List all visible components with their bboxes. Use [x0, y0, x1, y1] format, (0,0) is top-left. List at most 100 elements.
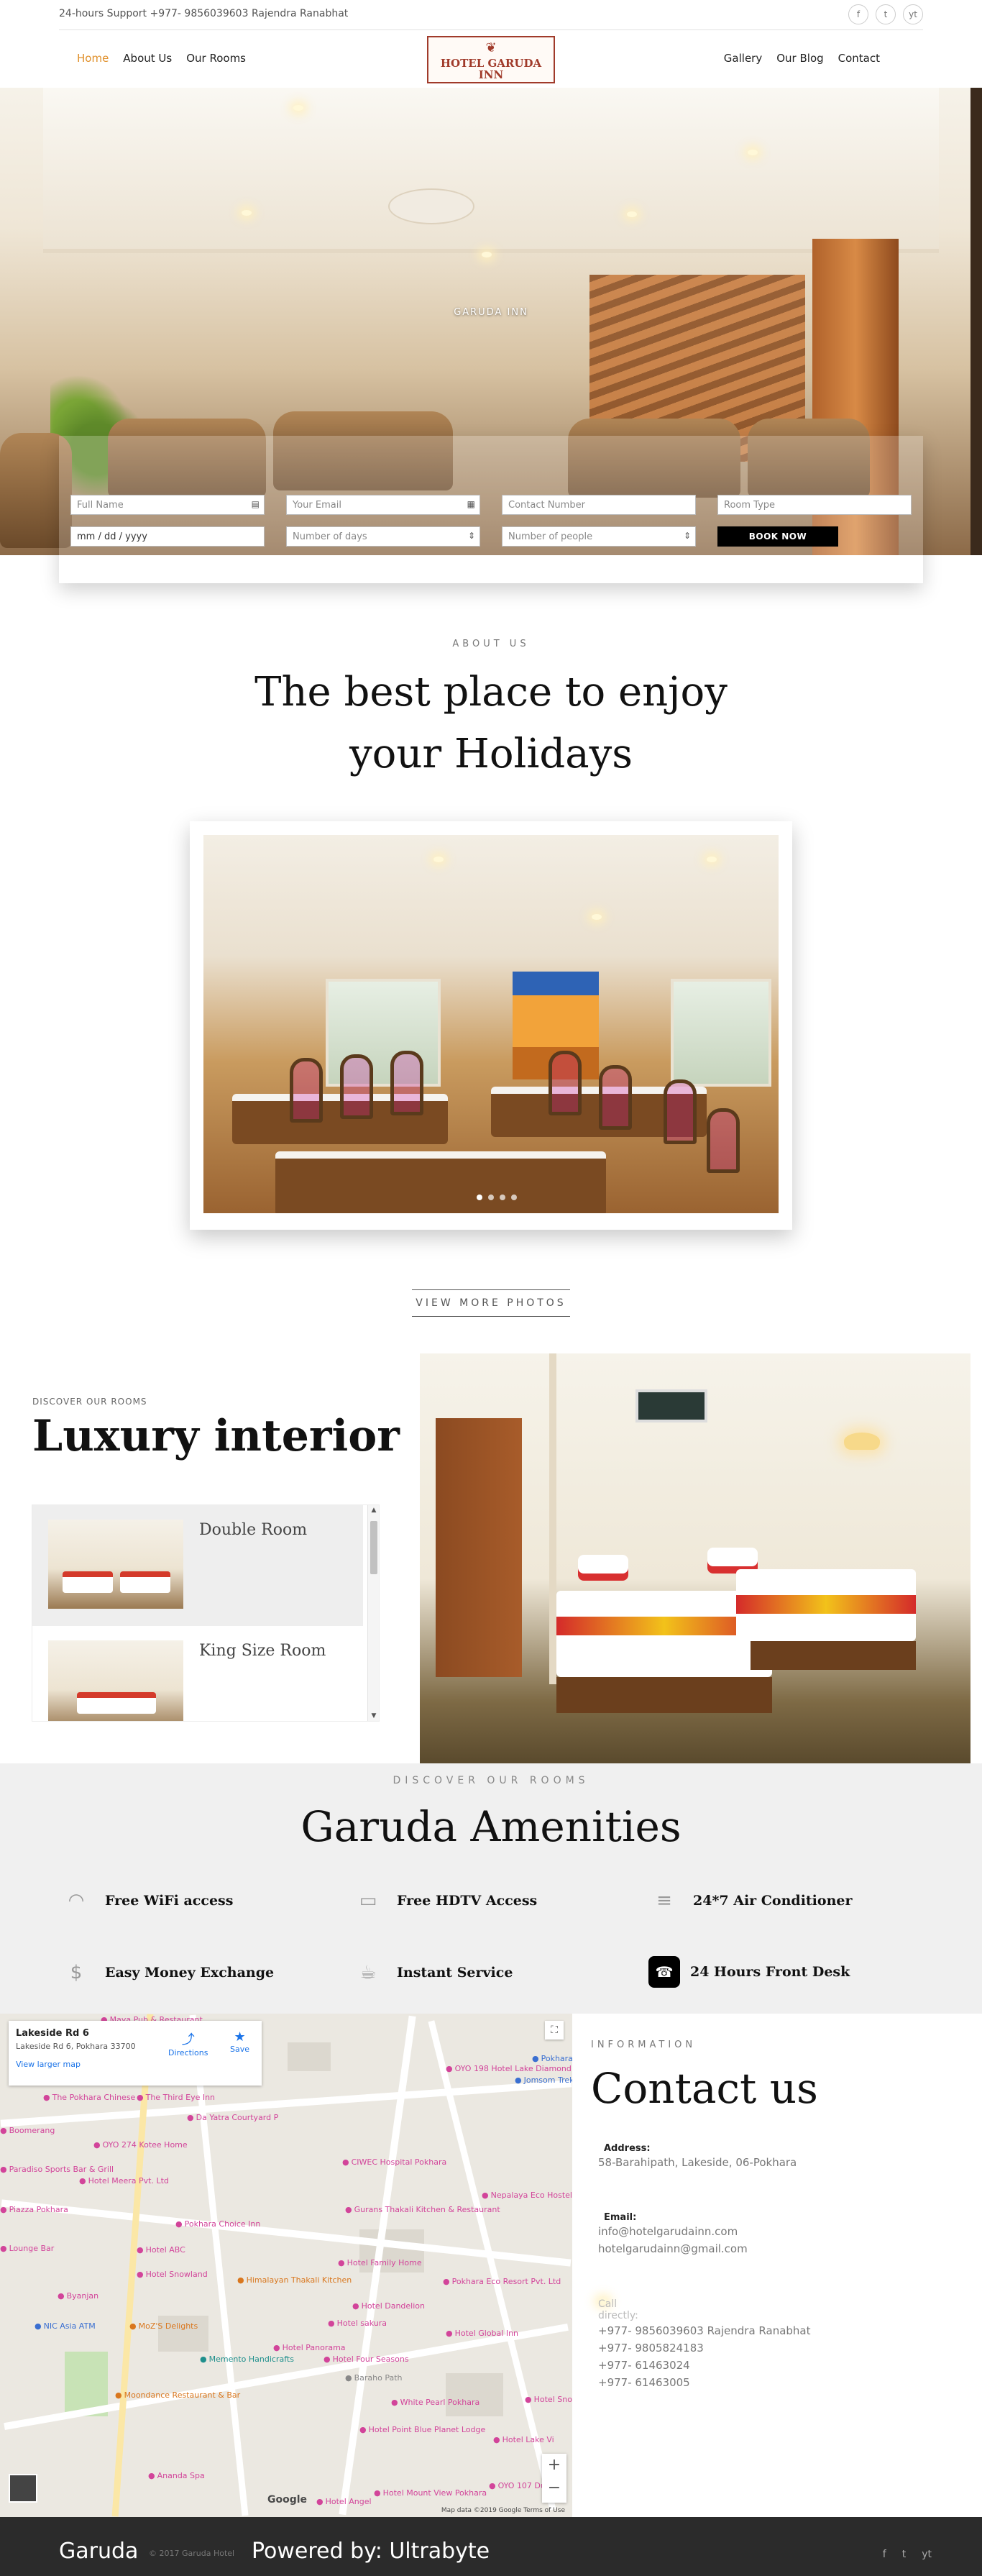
nav-home[interactable]: Home [77, 52, 109, 65]
map-label[interactable]: Moondance Restaurant & Bar [115, 2390, 241, 2400]
room-type-input[interactable]: Room Type [717, 495, 912, 515]
map-label[interactable]: Lounge Bar [0, 2244, 55, 2253]
map-label[interactable]: NIC Asia ATM [35, 2321, 96, 2331]
room-list-item[interactable]: King Size Room [32, 1626, 363, 1721]
room-list-scrollbar[interactable]: ▲ ▼ [367, 1505, 379, 1721]
view-more-photos-button[interactable]: VIEW MORE PHOTOS [412, 1289, 570, 1317]
zoom-out-icon[interactable]: − [542, 2477, 566, 2500]
contact-number-input[interactable]: Contact Number [502, 495, 696, 515]
map-label[interactable]: Hotel Meera Pvt. Ltd [79, 2176, 169, 2186]
nav-about-us[interactable]: About Us [123, 52, 172, 65]
scroll-up-icon[interactable]: ▲ [368, 1507, 379, 1514]
facebook-icon[interactable]: f [883, 2549, 886, 2560]
save-button[interactable]: ★ Save [230, 2029, 249, 2054]
google-map[interactable]: Maya Pub & Restaurant The Pokhara Chines… [0, 2014, 572, 2517]
twitter-icon[interactable]: t [876, 4, 896, 24]
zoom-in-icon[interactable]: + [542, 2454, 566, 2477]
map-label[interactable]: Hotel Snow Leopard P [525, 2395, 572, 2404]
directions-button[interactable]: ⤴ Directions [168, 2029, 208, 2057]
map-label[interactable]: The Pokhara Chinese [43, 2093, 136, 2102]
phone-number[interactable]: +977- 9856039603 Rajendra Ranabhat [598, 2324, 811, 2337]
map-label[interactable]: Memento Handicrafts [200, 2355, 294, 2364]
map-label[interactable]: Himalayan Thakali Kitchen [237, 2275, 352, 2285]
map-label[interactable]: CIWEC Hospital Pokhara [342, 2157, 447, 2167]
hotel-logo[interactable]: ❦ HOTEL GARUDA INN [427, 36, 555, 83]
fullscreen-icon[interactable]: ⛶ [545, 2021, 564, 2040]
map-road [0, 2080, 572, 2127]
map-label[interactable]: OYO 107 Du [489, 2481, 546, 2490]
slider-dot[interactable] [488, 1195, 494, 1200]
map-label[interactable]: Hotel Snowland [137, 2270, 208, 2279]
nav-our-blog[interactable]: Our Blog [776, 52, 823, 65]
days-input[interactable]: Number of days ⇕ [286, 526, 480, 547]
footer-brand[interactable]: Garuda [59, 2539, 138, 2564]
phone-number[interactable]: +977- 9805824183 [598, 2342, 704, 2355]
map-road [111, 2014, 154, 2517]
date-input[interactable]: mm / dd / yyyy [70, 526, 265, 547]
map-label[interactable]: Hotel Lake Vi [493, 2435, 554, 2444]
map-label[interactable]: OYO 198 Hotel Lake Diamond [446, 2064, 572, 2073]
top-bar-inner: 24-hours Support +977- 9856039603 Rajend… [59, 0, 923, 30]
map-attribution[interactable]: Map data ©2019 Google Terms of Use [0, 2504, 572, 2517]
chair [340, 1054, 373, 1119]
amenity-front-desk: ☎ 24 Hours Front Desk [648, 1956, 850, 1988]
email-input[interactable]: Your Email ▦ [286, 495, 480, 515]
map-label[interactable]: Da Yatra Courtyard P [187, 2113, 279, 2122]
map-label[interactable]: Hotel Panorama [273, 2343, 346, 2352]
map-label[interactable]: Jomsom Trek Expedition Pv [515, 2075, 572, 2085]
map-label[interactable]: Byanjan [58, 2291, 99, 2301]
scroll-down-icon[interactable]: ▼ [368, 1712, 379, 1719]
nav-our-rooms[interactable]: Our Rooms [186, 52, 246, 65]
map-label[interactable]: Pokhara [532, 2054, 572, 2063]
email-placeholder: Your Email [293, 500, 341, 511]
scrollbar-thumb[interactable] [370, 1521, 377, 1574]
map-label[interactable]: Hotel Global Inn [446, 2329, 518, 2338]
map-label[interactable]: Hotel Four Seasons [323, 2355, 409, 2364]
map-label[interactable]: Hotel Dandelion [352, 2301, 425, 2311]
map-label[interactable]: Pokhara Eco Resort Pvt. Ltd [443, 2277, 561, 2286]
email-link[interactable]: hotelgarudainn@gmail.com [598, 2242, 748, 2255]
map-label[interactable]: Nepalaya Eco Hostel, pokhara [482, 2191, 572, 2200]
twitter-icon[interactable]: t [902, 2549, 907, 2560]
slider-dot[interactable] [477, 1195, 482, 1200]
map-label[interactable]: MoZ'S Delights [129, 2321, 198, 2331]
book-now-button[interactable]: BOOK NOW [717, 526, 838, 547]
map-road [189, 2014, 249, 2516]
amenity-label: Instant Service [397, 1965, 513, 1981]
wall-lamp [844, 1433, 880, 1450]
map-label[interactable]: Hotel sakura [328, 2319, 387, 2328]
facebook-icon[interactable]: f [848, 4, 868, 24]
map-label[interactable]: Hotel Family Home [338, 2258, 422, 2267]
phone-number[interactable]: +977- 61463005 [598, 2376, 690, 2389]
map-label[interactable]: White Pearl Pokhara [391, 2398, 480, 2407]
map-label[interactable]: Hotel ABC [137, 2245, 185, 2255]
slider-dot[interactable] [511, 1195, 517, 1200]
room-list-item[interactable]: Double Room [32, 1505, 363, 1626]
stepper-icon[interactable]: ⇕ [468, 531, 475, 541]
slider-dot[interactable] [500, 1195, 505, 1200]
map-label[interactable]: Gurans Thakali Kitchen & Restaurant [345, 2205, 500, 2214]
email-link[interactable]: info@hotelgarudainn.com [598, 2225, 738, 2238]
ceiling-light [707, 857, 717, 862]
stepper-icon[interactable]: ⇕ [684, 531, 691, 541]
map-label[interactable]: Hotel Mount View Pokhara [374, 2488, 487, 2498]
youtube-icon[interactable]: yt [922, 2549, 932, 2560]
nav-gallery[interactable]: Gallery [724, 52, 762, 65]
map-label[interactable]: Ananda Spa [148, 2471, 205, 2480]
map-label[interactable]: Hotel Point Blue Planet Lodge [359, 2425, 486, 2434]
youtube-icon[interactable]: yt [903, 4, 923, 24]
map-label[interactable]: Piazza Pokhara [0, 2205, 68, 2214]
map-label[interactable]: Paradiso Sports Bar & Grill [0, 2165, 114, 2174]
map-label[interactable]: Boomerang [0, 2126, 55, 2135]
map-road-label: Baraho Path [345, 2373, 403, 2383]
full-name-input[interactable]: Full Name ▤ [70, 495, 265, 515]
nav-contact[interactable]: Contact [838, 52, 880, 65]
map-label[interactable]: Pokhara Choice Inn [175, 2219, 261, 2229]
view-larger-map-link[interactable]: View larger map [16, 2060, 254, 2069]
phone-number[interactable]: +977- 61463024 [598, 2359, 690, 2372]
satellite-thumbnail[interactable] [9, 2474, 37, 2503]
top-bar: 24-hours Support +977- 9856039603 Rajend… [0, 0, 982, 30]
map-label[interactable]: The Third Eye Inn [137, 2093, 215, 2102]
map-label[interactable]: OYO 274 Kotee Home [93, 2140, 188, 2150]
people-input[interactable]: Number of people ⇕ [502, 526, 696, 547]
